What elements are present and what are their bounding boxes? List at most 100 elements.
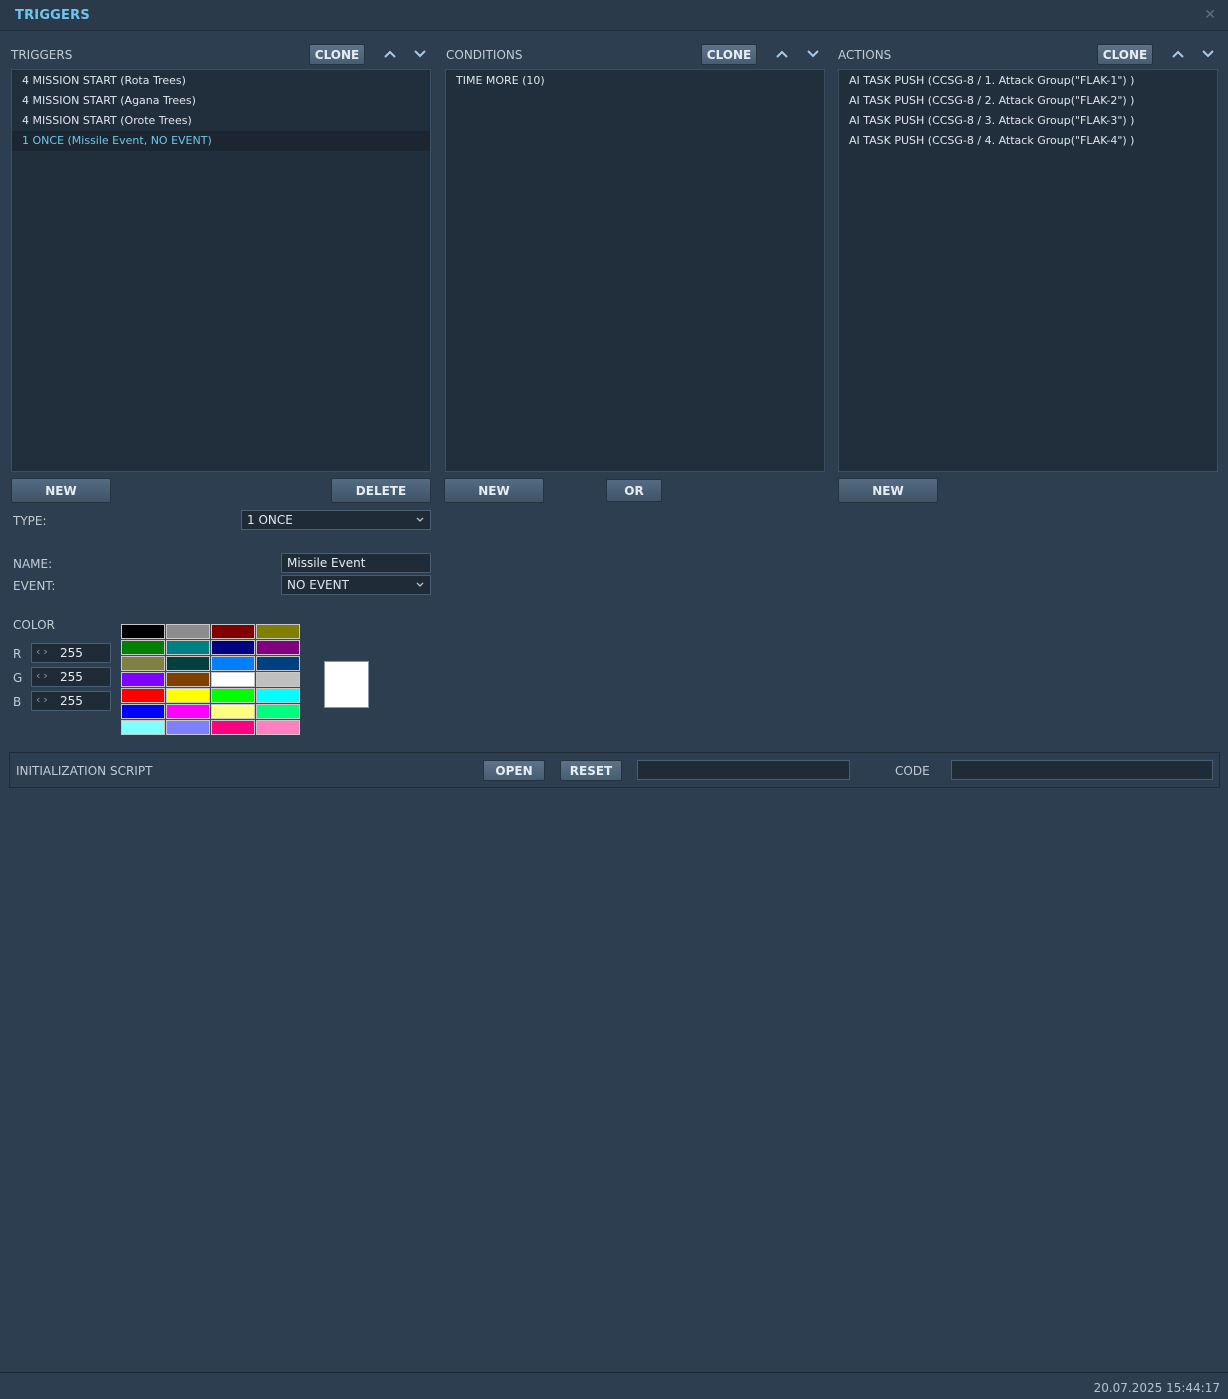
b-label: B — [13, 695, 22, 709]
color-swatch[interactable] — [211, 640, 255, 655]
event-label: EVENT: — [13, 579, 56, 593]
r-label: R — [13, 647, 22, 661]
triggers-list: 4 MISSION START (Rota Trees) 4 MISSION S… — [11, 69, 431, 472]
code-label: CODE — [895, 764, 930, 778]
g-value: 255 — [60, 670, 83, 684]
color-swatch[interactable] — [256, 720, 300, 735]
name-label: NAME: — [13, 557, 53, 571]
triggers-label: TRIGGERS — [11, 48, 73, 62]
code-field[interactable] — [951, 760, 1213, 780]
color-swatch[interactable] — [211, 672, 255, 687]
conditions-clone-button[interactable]: CLONE — [701, 44, 757, 65]
color-swatch[interactable] — [256, 688, 300, 703]
color-swatch[interactable] — [166, 640, 210, 655]
color-swatch[interactable] — [256, 656, 300, 671]
color-swatch[interactable] — [211, 624, 255, 639]
chevron-up-icon — [384, 50, 396, 58]
action-item[interactable]: AI TASK PUSH (CCSG-8 / 4. Attack Group("… — [839, 131, 1217, 151]
actions-label: ACTIONS — [838, 48, 892, 62]
r-value: 255 — [60, 646, 83, 660]
type-select[interactable]: 1 ONCE — [241, 510, 431, 530]
r-spinner[interactable]: ‹› 255 — [31, 643, 111, 663]
trigger-item[interactable]: 4 MISSION START (Orote Trees) — [12, 111, 430, 131]
chevron-down-icon — [414, 50, 426, 58]
color-swatch[interactable] — [121, 672, 165, 687]
color-swatch[interactable] — [121, 640, 165, 655]
triggers-move-up-button[interactable] — [380, 44, 400, 64]
condition-or-button[interactable]: OR — [606, 479, 662, 502]
color-swatch[interactable] — [166, 624, 210, 639]
color-swatch[interactable] — [256, 624, 300, 639]
color-swatch[interactable] — [211, 688, 255, 703]
init-script-file-field[interactable] — [637, 760, 850, 780]
color-swatch[interactable] — [121, 656, 165, 671]
init-script-bar: INITIALIZATION SCRIPT OPEN RESET CODE — [9, 752, 1220, 788]
window-title: TRIGGERS — [15, 8, 90, 23]
action-item[interactable]: AI TASK PUSH (CCSG-8 / 3. Attack Group("… — [839, 111, 1217, 131]
color-palette — [121, 624, 300, 735]
triggers-move-down-button[interactable] — [410, 44, 430, 64]
color-swatch[interactable] — [121, 704, 165, 719]
conditions-list: TIME MORE (10) — [445, 69, 825, 472]
color-swatch[interactable] — [211, 656, 255, 671]
trigger-item[interactable]: 4 MISSION START (Agana Trees) — [12, 91, 430, 111]
color-swatch[interactable] — [166, 672, 210, 687]
chevron-down-icon — [807, 50, 819, 58]
g-label: G — [13, 671, 23, 685]
type-select-value: 1 ONCE — [247, 513, 293, 527]
title-bar: TRIGGERS ✕ — [0, 0, 1228, 31]
trigger-item[interactable]: 4 MISSION START (Rota Trees) — [12, 71, 430, 91]
b-value: 255 — [60, 694, 83, 708]
event-select[interactable]: NO EVENT — [281, 575, 431, 595]
color-swatch[interactable] — [256, 672, 300, 687]
color-swatch[interactable] — [211, 720, 255, 735]
type-label: TYPE: — [13, 514, 47, 528]
actions-list: AI TASK PUSH (CCSG-8 / 1. Attack Group("… — [838, 69, 1218, 472]
action-item[interactable]: AI TASK PUSH (CCSG-8 / 1. Attack Group("… — [839, 71, 1217, 91]
g-spinner[interactable]: ‹› 255 — [31, 667, 111, 687]
color-swatch[interactable] — [121, 688, 165, 703]
close-icon[interactable]: ✕ — [1204, 7, 1216, 23]
condition-item[interactable]: TIME MORE (10) — [446, 71, 824, 91]
action-item[interactable]: AI TASK PUSH (CCSG-8 / 2. Attack Group("… — [839, 91, 1217, 111]
color-swatch[interactable] — [166, 720, 210, 735]
b-spinner[interactable]: ‹› 255 — [31, 691, 111, 711]
init-script-label: INITIALIZATION SCRIPT — [16, 764, 153, 778]
color-swatch[interactable] — [166, 688, 210, 703]
chevron-up-icon — [776, 50, 788, 58]
status-timestamp: 20.07.2025 15:44:17 — [1093, 1381, 1220, 1395]
conditions-label: CONDITIONS — [446, 48, 523, 62]
action-new-button[interactable]: NEW — [838, 478, 938, 503]
condition-new-button[interactable]: NEW — [444, 478, 544, 503]
color-swatch[interactable] — [256, 704, 300, 719]
color-swatch[interactable] — [256, 640, 300, 655]
trigger-delete-button[interactable]: DELETE — [331, 478, 431, 503]
chevron-down-icon — [416, 582, 424, 587]
color-swatch[interactable] — [166, 656, 210, 671]
actions-move-up-button[interactable] — [1168, 44, 1188, 64]
spinner-arrows-icon[interactable]: ‹› — [36, 669, 51, 682]
chevron-down-icon — [1202, 50, 1214, 58]
conditions-move-up-button[interactable] — [772, 44, 792, 64]
spinner-arrows-icon[interactable]: ‹› — [36, 645, 51, 658]
event-select-value: NO EVENT — [287, 578, 349, 592]
actions-clone-button[interactable]: CLONE — [1097, 44, 1153, 65]
init-reset-button[interactable]: RESET — [560, 760, 622, 781]
chevron-up-icon — [1172, 50, 1184, 58]
actions-move-down-button[interactable] — [1198, 44, 1218, 64]
color-swatch[interactable] — [166, 704, 210, 719]
color-swatch[interactable] — [121, 720, 165, 735]
color-swatch[interactable] — [211, 704, 255, 719]
triggers-clone-button[interactable]: CLONE — [309, 44, 365, 65]
footer-divider — [0, 1372, 1228, 1373]
init-open-button[interactable]: OPEN — [483, 760, 545, 781]
chevron-down-icon — [416, 517, 424, 522]
color-preview — [324, 661, 369, 708]
color-swatch[interactable] — [121, 624, 165, 639]
trigger-item-selected[interactable]: 1 ONCE (Missile Event, NO EVENT) — [12, 131, 430, 151]
conditions-move-down-button[interactable] — [803, 44, 823, 64]
trigger-new-button[interactable]: NEW — [11, 478, 111, 503]
spinner-arrows-icon[interactable]: ‹› — [36, 693, 51, 706]
color-label: COLOR — [13, 618, 55, 632]
name-input[interactable]: Missile Event — [281, 553, 431, 573]
